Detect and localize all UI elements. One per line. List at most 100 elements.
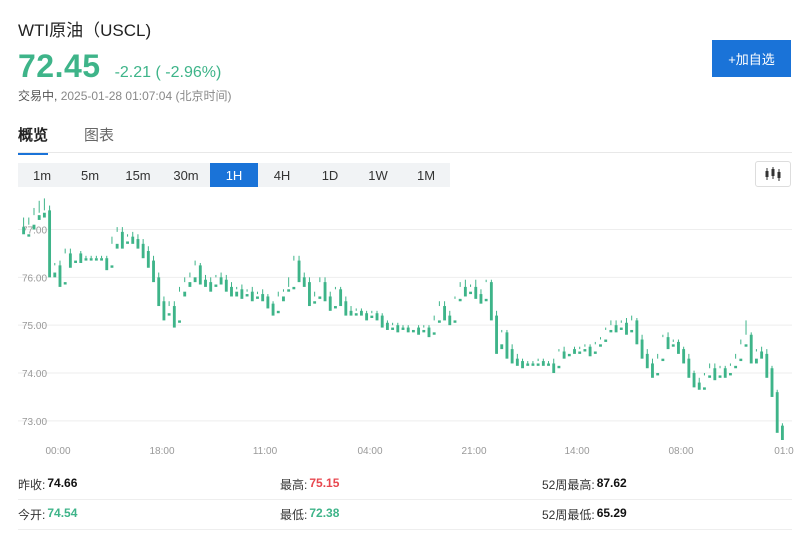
candle-body: [354, 313, 358, 316]
candle-body: [339, 289, 343, 307]
candle-body: [500, 344, 504, 350]
interval-1h[interactable]: 1H: [210, 163, 258, 187]
candle-body: [224, 279, 228, 292]
stat-value: 72.38: [309, 506, 340, 520]
stats-row: 昨收: 74.66 最高: 75.15 52周最高: 87.62: [18, 470, 792, 500]
candle-body: [635, 320, 639, 345]
stat-high: 最高: 75.15: [280, 476, 542, 493]
price-chart[interactable]: 73.0074.0075.0076.0077.0000:00 18:00 11:00…: [0, 196, 800, 460]
candle-body: [713, 368, 717, 381]
stat-label: 今开:: [18, 508, 46, 522]
candle-body: [136, 239, 140, 249]
candle-body: [261, 294, 265, 302]
candle-body: [323, 282, 327, 302]
candle-body: [328, 296, 332, 311]
candle-body: [573, 349, 576, 354]
y-tick-label: 74.00: [22, 369, 47, 380]
tab-divider: [18, 152, 792, 153]
candle-body: [495, 315, 498, 354]
interval-1mo[interactable]: 1M: [402, 163, 450, 187]
candle-body: [469, 291, 472, 295]
candle-body: [411, 329, 415, 333]
candle-body: [417, 327, 421, 335]
candle-body: [687, 358, 691, 378]
candle-body: [526, 363, 530, 366]
candle-body: [437, 320, 441, 323]
stats-table: 昨收: 74.66 最高: 75.15 52周最高: 87.62 今开: 74.…: [18, 470, 792, 530]
candle-body: [22, 227, 26, 235]
x-tick-label: 04:00: [357, 446, 382, 457]
tab-chart[interactable]: 图表: [84, 124, 114, 155]
candle-body: [100, 258, 103, 261]
candle-body: [432, 332, 436, 335]
y-tick-label: 75.00: [22, 321, 47, 332]
interval-30m[interactable]: 30m: [162, 163, 210, 187]
candle-body: [728, 373, 732, 376]
candle-body: [297, 260, 301, 283]
candle-body: [110, 265, 114, 268]
candle-body: [287, 289, 291, 292]
candle-body: [141, 243, 145, 259]
candle-body: [271, 303, 275, 316]
candle-body: [178, 320, 181, 323]
interval-1w[interactable]: 1W: [354, 163, 402, 187]
x-tick-label: 18:00: [149, 446, 174, 457]
candle-body: [292, 286, 296, 290]
candle-body: [505, 332, 509, 359]
candle-body: [453, 320, 457, 323]
candle-body: [406, 327, 410, 333]
interval-1d[interactable]: 1D: [306, 163, 354, 187]
candle-body: [677, 341, 680, 354]
stat-52w-low: 52周最低: 65.29: [542, 506, 792, 523]
candle-body: [219, 277, 223, 285]
candle-body: [458, 298, 462, 302]
candle-body: [588, 346, 592, 357]
candle-body: [661, 358, 665, 362]
chart-type-button[interactable]: [755, 161, 791, 187]
candle-body: [754, 358, 758, 364]
candle-body: [84, 258, 88, 261]
candle-body: [266, 296, 270, 309]
candle-body: [734, 365, 738, 369]
interval-1m[interactable]: 1m: [18, 163, 66, 187]
x-tick-label: 11:00: [253, 446, 278, 457]
candle-body: [583, 349, 587, 352]
x-tick-label: 00:00: [45, 446, 70, 457]
candle-body: [619, 327, 623, 330]
tab-overview[interactable]: 概览: [18, 124, 49, 155]
candle-body: [318, 296, 322, 299]
x-tick-label: 01:0: [774, 446, 794, 457]
trading-status: 交易中, 2025-01-28 01:07:04 (北京时间): [18, 87, 231, 104]
y-tick-label: 76.00: [22, 273, 47, 284]
candle-body: [37, 215, 41, 220]
add-watchlist-button[interactable]: +加自选: [712, 40, 791, 77]
candle-body: [765, 353, 769, 378]
candle-body: [115, 243, 119, 249]
stat-open: 今开: 74.54: [18, 506, 280, 523]
status-text: 交易中,: [18, 89, 58, 103]
interval-15m[interactable]: 15m: [114, 163, 162, 187]
candle-body: [204, 279, 207, 287]
candle-body: [63, 282, 67, 285]
candle-body: [359, 310, 363, 316]
interval-4h[interactable]: 4H: [258, 163, 306, 187]
candle-body: [427, 327, 431, 338]
candle-body: [609, 329, 613, 333]
candle-body: [94, 258, 98, 261]
interval-5m[interactable]: 5m: [66, 163, 114, 187]
instrument-title: WTI原油（USCL): [18, 21, 152, 40]
candle-body: [240, 289, 244, 299]
candle-body: [593, 351, 597, 354]
candle-body: [703, 387, 706, 390]
candle-body: [32, 224, 36, 230]
x-tick-label: 14:00: [564, 446, 589, 457]
y-tick-label: 73.00: [22, 417, 47, 428]
candle-body: [209, 282, 213, 292]
candle-body: [521, 361, 524, 369]
candle-body: [198, 265, 202, 285]
candle-body: [157, 277, 161, 307]
candle-body: [344, 301, 348, 316]
candle-body: [162, 301, 166, 321]
candle-body: [89, 258, 93, 261]
candle-body: [276, 310, 280, 314]
